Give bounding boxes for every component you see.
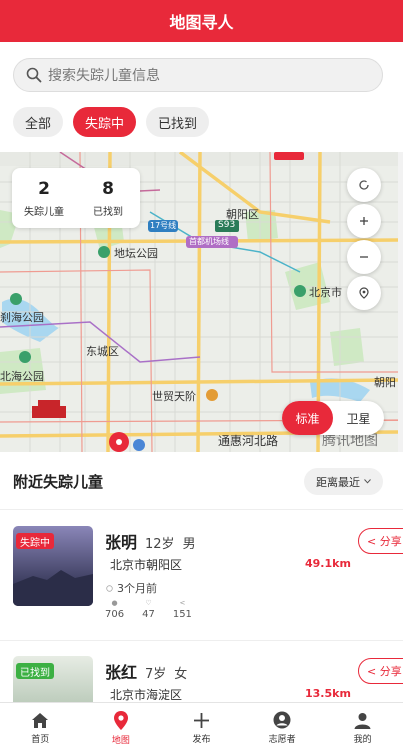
map-label: 世贸天阶	[152, 390, 196, 403]
views-count: ● 706	[105, 599, 125, 620]
refresh-icon	[359, 180, 369, 190]
name-row: 张红 7岁 女	[105, 659, 187, 683]
list-header: 附近失踪儿童 距离最近	[0, 452, 403, 510]
bottom-tab-bar: 首页 地图 发布 志愿者 我的	[0, 702, 403, 753]
filter-chips: 全部 失踪中 已找到	[13, 107, 210, 137]
map-type-satellite[interactable]: 卫星	[333, 401, 384, 435]
search-icon	[26, 67, 42, 83]
minus-icon	[360, 256, 368, 258]
map-label: 地坛公园	[114, 247, 158, 260]
map-view[interactable]: S93 17号线 首都机场线 朝阳区 地坛公园 北京市 刹海公园 北海公园 东城…	[0, 152, 398, 452]
filter-found[interactable]: 已找到	[146, 107, 210, 137]
refresh-button[interactable]	[347, 168, 381, 202]
nearby-list: 附近失踪儿童 距离最近 失踪中 张明 12岁 男 北京市朝阳区 49.1km <…	[0, 452, 403, 702]
share-icon: <	[179, 599, 186, 607]
chevron-down-icon	[364, 479, 371, 484]
sort-label: 距离最近	[316, 475, 360, 489]
stats-row: ● 706 ♡ 47 <151	[105, 599, 192, 620]
heart-icon: ♡	[145, 599, 152, 607]
child-gender: 女	[174, 667, 188, 682]
share-button[interactable]: < 分享	[358, 658, 403, 684]
page-title: 地图寻人	[169, 13, 234, 32]
app-header: 地图寻人	[0, 0, 403, 42]
map-label: 北海公园	[0, 370, 44, 383]
distance: 49.1km	[305, 557, 351, 570]
plus-icon	[360, 217, 368, 225]
time-ago: 3个月前	[106, 580, 157, 596]
filter-missing[interactable]: 失踪中	[73, 107, 137, 137]
map-label: 朝阳区	[226, 208, 259, 221]
status-badge: 已找到	[16, 663, 54, 679]
child-photo: 失踪中	[13, 526, 93, 606]
child-gender: 男	[182, 537, 196, 552]
search-placeholder: 搜索失踪儿童信息	[48, 68, 160, 84]
child-age: 12岁	[145, 537, 175, 552]
plus-icon	[193, 712, 209, 728]
search-area: 搜索失踪儿童信息 全部 失踪中 已找到	[0, 42, 403, 152]
search-input[interactable]: 搜索失踪儿童信息	[13, 58, 383, 92]
stat-missing: 2 失踪儿童	[24, 178, 64, 218]
list-title: 附近失踪儿童	[13, 473, 104, 491]
map-type-standard[interactable]: 标准	[282, 401, 333, 435]
map-pin-icon	[113, 710, 128, 730]
locate-button[interactable]	[347, 276, 381, 310]
tab-mine[interactable]: 我的	[322, 703, 403, 753]
map-label: 通惠河北路	[218, 434, 279, 448]
tab-home[interactable]: 首页	[0, 703, 81, 753]
list-item[interactable]: 已找到 张红 7岁 女 北京市海淀区 13.5km < 分享	[0, 641, 403, 702]
tab-publish[interactable]: 发布	[161, 703, 242, 753]
child-name: 张明	[105, 533, 138, 552]
status-badge: 失踪中	[16, 533, 54, 549]
stat-found: 8 已找到	[93, 178, 123, 218]
sort-dropdown[interactable]: 距离最近	[304, 468, 383, 495]
child-location: 北京市朝阳区	[110, 558, 183, 572]
user-icon	[354, 712, 371, 729]
map-type-toggle: 标准 卫星	[282, 401, 384, 435]
map-label: 刹海公园	[0, 311, 44, 324]
stats-card: 2 失踪儿童 8 已找到	[12, 168, 140, 228]
likes-count: ♡ 47	[142, 599, 155, 620]
child-age: 7岁	[145, 667, 167, 682]
distance: 13.5km	[305, 687, 351, 700]
shares-count: <151	[172, 599, 192, 620]
child-photo: 已找到	[13, 656, 93, 702]
clock-icon	[106, 584, 113, 592]
volunteer-icon	[273, 711, 291, 729]
list-item[interactable]: 失踪中 张明 12岁 男 北京市朝阳区 49.1km < 分享 3个月前 ● 70…	[0, 511, 403, 641]
zoom-in-button[interactable]	[347, 204, 381, 238]
filter-all[interactable]: 全部	[13, 107, 64, 137]
child-location: 北京市海淀区	[110, 688, 183, 702]
tab-map[interactable]: 地图	[81, 703, 162, 753]
tab-volunteer[interactable]: 志愿者	[242, 703, 323, 753]
home-icon	[32, 712, 49, 728]
share-button[interactable]: < 分享	[358, 528, 403, 554]
map-label: 北京市	[309, 286, 342, 299]
zoom-out-button[interactable]	[347, 240, 381, 274]
map-label: 东城区	[86, 345, 119, 358]
child-name: 张红	[105, 663, 138, 682]
eye-icon: ●	[111, 599, 118, 607]
locate-icon	[359, 287, 369, 299]
name-row: 张明 12岁 男	[105, 529, 196, 553]
map-label: 17号线	[150, 221, 177, 230]
map-label: 首都机场线	[189, 237, 229, 246]
map-label: 朝阳	[374, 376, 396, 389]
